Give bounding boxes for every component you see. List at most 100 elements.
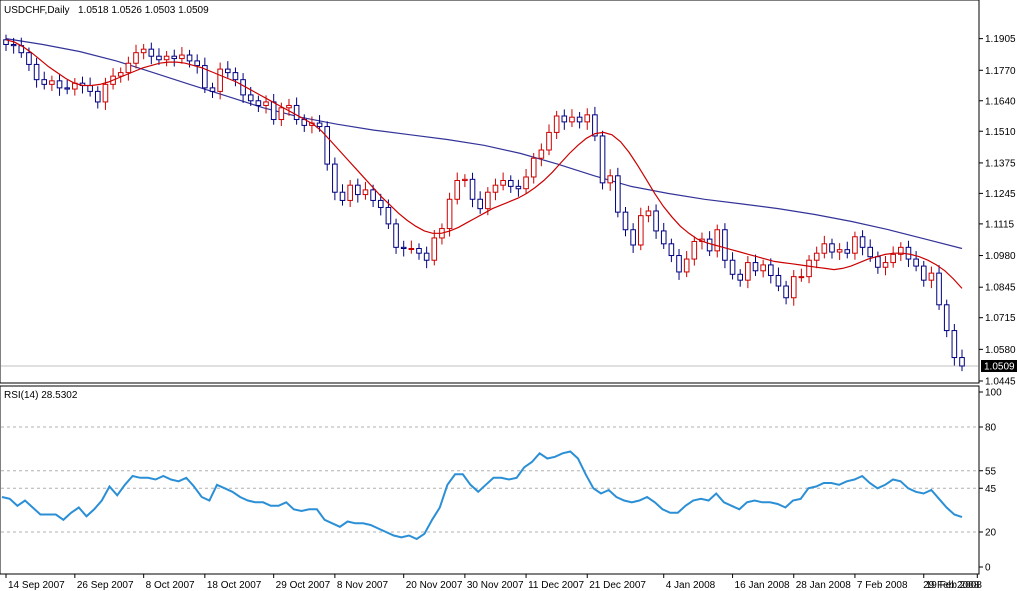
candle-body [64, 87, 70, 90]
candle-body [179, 54, 185, 60]
candle-body [515, 185, 522, 190]
candle-body [87, 85, 93, 92]
candle-body [714, 229, 721, 252]
candle-body [920, 265, 927, 281]
candle-body [928, 272, 935, 281]
rsi-axis[interactable]: 100 80 55 45 20 0 [979, 388, 1002, 574]
price-tick-label: 1.0580 [985, 345, 1016, 356]
candle-body [752, 262, 759, 272]
candle-body [270, 101, 277, 121]
candle-body [133, 52, 139, 64]
candle-body [745, 262, 751, 281]
candle-body [171, 55, 178, 60]
rsi-tick-label: 80 [985, 423, 997, 434]
time-tick-label: 28 Jan 2008 [796, 580, 851, 591]
candle-body [592, 114, 598, 137]
candle-body [423, 252, 430, 261]
candle-body [561, 115, 568, 123]
candle-body [760, 264, 766, 272]
candle-body [584, 114, 591, 123]
candle-body [355, 184, 361, 196]
time-tick-label: 7 Feb 2008 [857, 580, 908, 591]
candle-body [33, 63, 40, 81]
time-tick-label: 16 Jan 2008 [735, 580, 790, 591]
time-tick-label: 29 Oct 2007 [276, 580, 331, 591]
price-tick-label: 1.1510 [985, 127, 1016, 138]
candle-body [737, 273, 744, 281]
candle-body [867, 246, 874, 258]
candle-body [431, 237, 438, 261]
candle-body [217, 68, 223, 92]
time-tick-label: 21 Dec 2007 [589, 580, 646, 591]
candle-body [890, 253, 896, 264]
price-tick-label: 1.0445 [985, 377, 1016, 388]
candle-body [852, 236, 858, 254]
rsi-pane[interactable]: RSI(14) 28.5302 [0, 385, 980, 575]
candle-body [768, 264, 774, 276]
candle-body [615, 175, 621, 213]
candle-body [790, 276, 797, 299]
candle-body [393, 223, 399, 248]
candle-body [362, 189, 369, 196]
candle-body [691, 240, 698, 260]
price-tick-label: 1.0845 [985, 283, 1016, 294]
candle-body [94, 90, 101, 103]
candle-body [148, 48, 155, 57]
candle-body [660, 230, 667, 245]
trading-chart: USDCHF,Daily 1.0518 1.0526 1.0503 1.0509… [0, 0, 1017, 591]
candle-body [569, 116, 575, 123]
time-tick-label: 11 Dec 2007 [528, 580, 584, 591]
candle-body [26, 52, 32, 65]
candle-body [821, 243, 828, 254]
candle-body [806, 259, 812, 278]
candle-body [377, 199, 384, 208]
candle-body [332, 163, 338, 193]
candle-body [117, 72, 124, 77]
price-tick-label: 1.1245 [985, 189, 1016, 200]
candle-body [798, 276, 805, 279]
candle-body [813, 252, 820, 261]
candle-body [729, 259, 736, 275]
candle-body [462, 178, 468, 181]
time-tick-label: 30 Nov 2007 [467, 580, 524, 591]
candle-body [783, 285, 789, 299]
candle-body [416, 248, 422, 254]
candle-body [454, 179, 461, 200]
time-axis[interactable]: 14 Sep 2007 26 Sep 2007 8 Oct 2007 18 Oct 2… [5, 574, 982, 591]
candle-body [576, 116, 583, 123]
candle-body [49, 80, 55, 85]
candle-body [668, 243, 675, 257]
candle-body [530, 157, 537, 178]
candle-body [523, 176, 529, 190]
candle-body [10, 43, 17, 47]
candle-body [622, 211, 629, 231]
candle-body [278, 107, 285, 121]
candle-body [683, 258, 690, 273]
price-tick-label: 1.1115 [985, 219, 1015, 230]
price-pane[interactable]: USDCHF,Daily 1.0518 1.0526 1.0503 1.0509 [0, 0, 980, 384]
time-tick-label: 29 Feb 2008 [923, 580, 980, 591]
candle-body [859, 236, 866, 248]
candle-body [936, 272, 942, 306]
time-tick-label: 8 Oct 2007 [146, 580, 195, 591]
rsi-tick-label: 100 [985, 388, 1002, 399]
candle-body [255, 100, 262, 106]
candle-body [316, 122, 323, 128]
candle-body [630, 229, 636, 246]
rsi-tick-label: 20 [985, 528, 997, 539]
candle-body [339, 191, 346, 201]
price-tick-label: 1.1905 [985, 34, 1016, 45]
rsi-tick-label: 45 [985, 484, 997, 495]
candle-body [905, 246, 912, 260]
candle-body [446, 198, 453, 230]
price-tick-label: 1.1770 [985, 66, 1016, 77]
candle-body [186, 54, 193, 62]
price-axis[interactable]: 1.1905 1.1770 1.1640 1.1510 1.1375 1.1245 1.11… [979, 34, 1016, 388]
rsi-pane-title: RSI(14) 28.5302 [4, 390, 78, 401]
candle-body [140, 48, 147, 54]
candle-body [408, 248, 415, 251]
candle-body [324, 126, 331, 165]
candle-body [370, 189, 376, 201]
candle-body [492, 184, 499, 193]
candle-body [538, 149, 545, 159]
